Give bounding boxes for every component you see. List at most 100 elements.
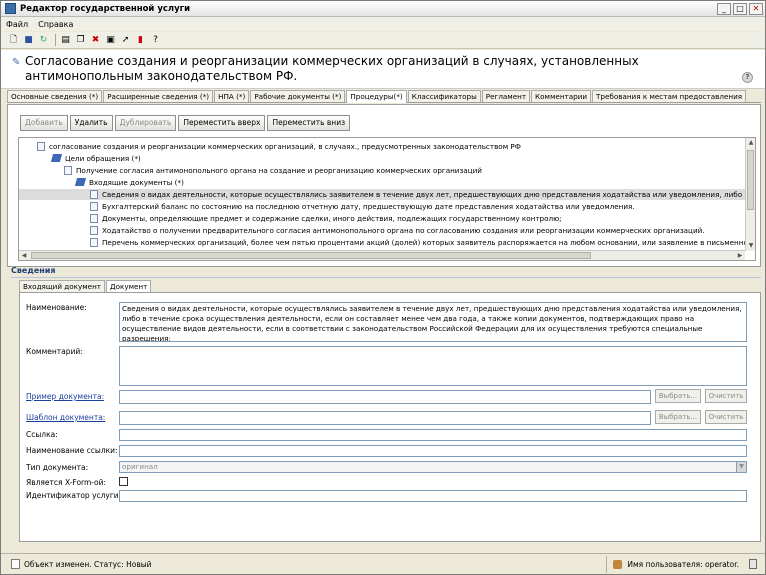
open-icon[interactable]: ▣ bbox=[104, 34, 117, 47]
document-icon bbox=[90, 238, 98, 247]
tab-incoming-document[interactable]: Входящий документ bbox=[19, 280, 105, 292]
page-title: Согласование создания и реорганизации ко… bbox=[25, 54, 639, 83]
tree-item[interactable]: Перечень коммерческих организаций, более… bbox=[90, 237, 756, 248]
folder-icon bbox=[50, 154, 63, 162]
tab-classifiers[interactable]: Классификаторы bbox=[407, 90, 481, 102]
menu-help[interactable]: Справка bbox=[33, 20, 78, 29]
doc-type-select[interactable]: оригинал ▼ bbox=[119, 461, 747, 473]
tree-item[interactable]: Бухгалтерский баланс по состоянию на пос… bbox=[90, 201, 635, 212]
tab-document[interactable]: Документ bbox=[105, 280, 152, 292]
folder-icon bbox=[74, 178, 87, 186]
document-icon bbox=[90, 190, 98, 199]
tab-basic-info[interactable]: Основные сведения (*) bbox=[7, 90, 103, 102]
document-icon bbox=[64, 166, 72, 175]
xform-checkbox[interactable] bbox=[119, 477, 128, 486]
tree-item[interactable]: Цели обращения (*) bbox=[50, 153, 141, 164]
scroll-down-icon[interactable]: ▼ bbox=[746, 241, 755, 251]
delete-icon[interactable]: ✖ bbox=[89, 34, 102, 47]
copy-icon[interactable]: ❐ bbox=[74, 34, 87, 47]
template-choose-button[interactable]: Выбрать... bbox=[655, 410, 701, 424]
window-title: Редактор государственной услуги bbox=[20, 3, 191, 14]
tab-extended-info[interactable]: Расширенные сведения (*) bbox=[103, 90, 214, 102]
service-id-field[interactable] bbox=[119, 490, 747, 502]
comment-field[interactable] bbox=[119, 346, 747, 386]
document-icon bbox=[37, 142, 45, 151]
tree-item-label: Цели обращения (*) bbox=[65, 154, 141, 163]
status-right: Имя пользователя: operator. bbox=[606, 555, 765, 573]
example-doc-field[interactable] bbox=[119, 390, 651, 404]
tree-item-label: согласование создания и реорганизации ко… bbox=[49, 142, 521, 151]
scroll-thumb[interactable] bbox=[31, 252, 591, 259]
link-name-field[interactable] bbox=[119, 445, 747, 457]
tab-regulation[interactable]: Регламент bbox=[481, 90, 531, 102]
example-clear-button[interactable]: Очистить bbox=[705, 389, 747, 403]
move-up-button[interactable]: Переместить вверх bbox=[178, 115, 266, 131]
tree-item[interactable]: Получение согласия антимонопольного орга… bbox=[64, 165, 482, 176]
link-label: Ссылка: bbox=[26, 430, 58, 439]
doc-type-label: Тип документа: bbox=[26, 463, 89, 472]
document-form: Наименование: Сведения о видах деятельно… bbox=[19, 292, 761, 542]
service-header: ✎ Согласование создания и реорганизации … bbox=[1, 50, 765, 89]
template-clear-button[interactable]: Очистить bbox=[705, 410, 747, 424]
help-icon[interactable]: ? bbox=[149, 34, 162, 47]
page-icon bbox=[11, 559, 20, 569]
lock-icon bbox=[749, 559, 757, 569]
tab-working-docs[interactable]: Рабочие документы (*) bbox=[250, 90, 346, 102]
refresh-icon[interactable]: ↻ bbox=[37, 34, 50, 47]
tree-item[interactable]: Ходатайство о получении предварительного… bbox=[90, 225, 705, 236]
details-tabs: Входящий документ Документ bbox=[19, 280, 152, 292]
scroll-left-icon[interactable]: ◀ bbox=[19, 251, 29, 260]
service-id-label: Идентификатор услуги: bbox=[26, 491, 122, 500]
pdf-icon[interactable]: ▮ bbox=[134, 34, 147, 47]
scroll-right-icon[interactable]: ▶ bbox=[735, 251, 745, 260]
doc-icon[interactable]: ▤ bbox=[59, 34, 72, 47]
template-doc-field[interactable] bbox=[119, 411, 651, 425]
duplicate-button[interactable]: Дублировать bbox=[114, 115, 177, 131]
link-name-label: Наименование ссылки: bbox=[26, 446, 118, 455]
minimize-button[interactable]: _ bbox=[717, 2, 731, 15]
scroll-thumb[interactable] bbox=[747, 150, 754, 210]
tab-procedures[interactable]: Процедуры(*) bbox=[346, 90, 407, 103]
tree-item-label: Перечень коммерческих организаций, более… bbox=[102, 238, 756, 247]
tree-item-selected[interactable]: Сведения о видах деятельности, которые о… bbox=[19, 189, 755, 200]
move-down-button[interactable]: Переместить вниз bbox=[267, 115, 351, 131]
scroll-up-icon[interactable]: ▲ bbox=[746, 138, 755, 148]
tree-item-label: Ходатайство о получении предварительного… bbox=[102, 226, 705, 235]
tab-npa[interactable]: НПА (*) bbox=[214, 90, 250, 102]
tree-item[interactable]: Входящие документы (*) bbox=[74, 177, 184, 188]
details-section-title: Сведения bbox=[11, 266, 761, 278]
name-field[interactable]: Сведения о видах деятельности, которые о… bbox=[119, 302, 747, 342]
tree-vertical-scrollbar[interactable]: ▲ ▼ bbox=[745, 138, 755, 251]
close-button[interactable]: ✕ bbox=[749, 2, 763, 15]
new-doc-icon[interactable]: 🗋 bbox=[7, 34, 20, 47]
chevron-down-icon[interactable]: ▼ bbox=[736, 462, 746, 472]
document-icon bbox=[90, 202, 98, 211]
user-icon bbox=[613, 559, 623, 569]
app-icon bbox=[5, 3, 16, 14]
cursor-icon[interactable]: ➚ bbox=[119, 34, 132, 47]
template-doc-label[interactable]: Шаблон документа: bbox=[26, 413, 105, 422]
example-choose-button[interactable]: Выбрать... bbox=[655, 389, 701, 403]
tree-item[interactable]: согласование создания и реорганизации ко… bbox=[37, 141, 521, 152]
maximize-button[interactable]: □ bbox=[733, 2, 747, 15]
title-bar: Редактор государственной услуги _ □ ✕ bbox=[1, 1, 765, 17]
tree-horizontal-scrollbar[interactable]: ◀ ▶ bbox=[19, 250, 745, 260]
tree-item-label: Сведения о видах деятельности, которые о… bbox=[102, 190, 756, 199]
tab-place-requirements[interactable]: Требования к местам предоставления bbox=[592, 90, 747, 102]
tree-item[interactable]: Документы, определяющие предмет и содерж… bbox=[90, 213, 562, 224]
toolbar: 🗋 ■ ↻ ▤ ❐ ✖ ▣ ➚ ▮ ? bbox=[1, 32, 765, 49]
example-doc-label[interactable]: Пример документа: bbox=[26, 392, 104, 401]
save-icon[interactable]: ■ bbox=[22, 34, 35, 47]
add-button[interactable]: Добавить bbox=[20, 115, 68, 131]
delete-button[interactable]: Удалить bbox=[69, 115, 113, 131]
user-name-text: Имя пользователя: operator. bbox=[627, 559, 739, 569]
pencil-icon: ✎ bbox=[12, 57, 21, 68]
menu-bar: Файл Справка bbox=[1, 17, 765, 31]
link-field[interactable] bbox=[119, 429, 747, 441]
tab-comments[interactable]: Комментарии bbox=[531, 90, 592, 102]
document-icon bbox=[90, 226, 98, 235]
menu-file[interactable]: Файл bbox=[1, 20, 33, 29]
question-icon[interactable]: ? bbox=[742, 72, 753, 83]
procedure-tree[interactable]: согласование создания и реорганизации ко… bbox=[18, 137, 756, 261]
document-icon bbox=[90, 214, 98, 223]
